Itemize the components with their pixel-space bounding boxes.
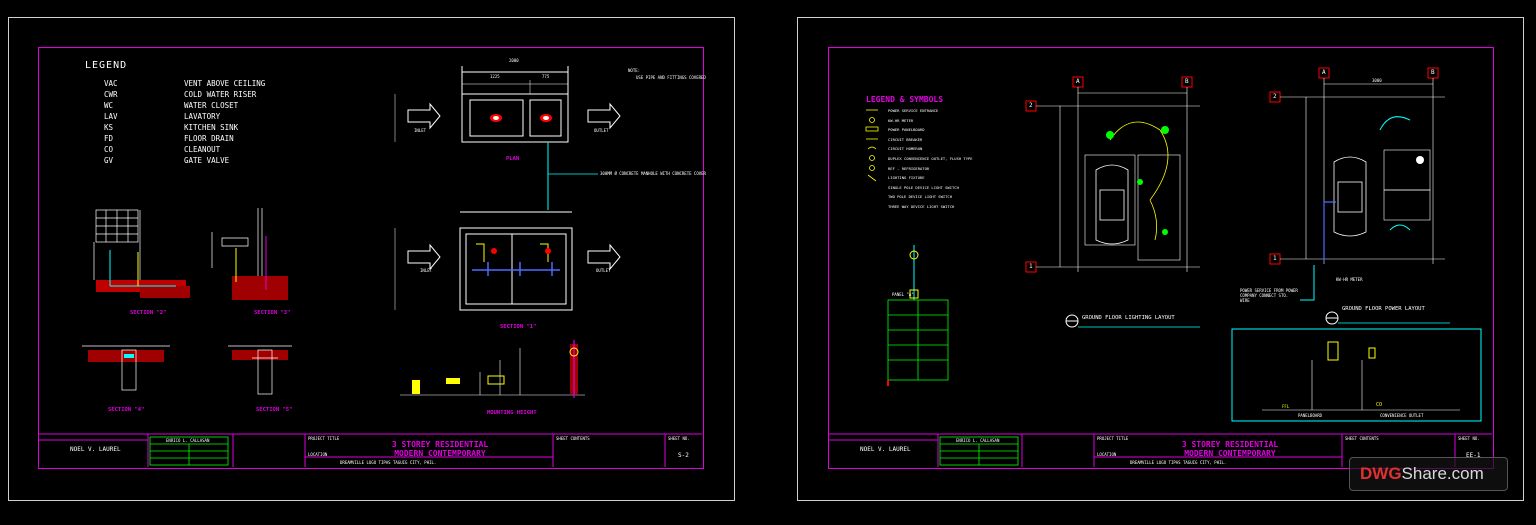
- watermark: DWGShare.com: [1349, 457, 1508, 491]
- co-label: CO: [1376, 402, 1383, 408]
- watermark-dwg: DWG: [1360, 464, 1402, 483]
- symbol-item: TWO POLE DEVICE LIGHT SWITCH: [888, 194, 953, 200]
- watermark-com: .com: [1446, 464, 1484, 483]
- designer-name-right: NOEL V. LAUREL: [860, 446, 911, 453]
- grid-2-label-2: 2: [1273, 93, 1277, 100]
- symbol-item: THREE WAY DEVICE LIGHT SWITCH: [888, 203, 955, 209]
- project-title-right-line2: MODERN CONTEMPORARY: [1184, 449, 1276, 458]
- grid-b-label: B: [1185, 78, 1189, 85]
- grid-b-label-2: B: [1431, 69, 1435, 76]
- location-label-right: LOCATION: [1097, 452, 1117, 457]
- symbol-item: POWER SERVICE ENTRANCE: [888, 108, 939, 113]
- symbols-list: POWER SERVICE ENTRANCE KW-HR METER POWER…: [888, 106, 973, 212]
- kwhr-meter-label: KW-HR METER: [1336, 277, 1363, 282]
- dim-top-right: 3000: [1372, 78, 1382, 83]
- watermark-share: Share: [1401, 464, 1447, 483]
- power-layout-label: GROUND FLOOR POWER LAYOUT: [1342, 306, 1425, 312]
- symbols-title: LEGEND & SYMBOLS: [866, 95, 944, 104]
- watermark-text: DWGShare.com: [1360, 464, 1484, 484]
- project-title-right: 3 STOREY RESIDENTIAL MODERN CONTEMPORARY: [1150, 440, 1310, 458]
- grid-a-label: A: [1076, 78, 1080, 85]
- symbol-item: POWER PANELBOARD: [888, 127, 925, 133]
- symbol-item: CIRCUIT HOMERUN: [888, 146, 923, 152]
- symbol-item: REF - REFRIGERATOR: [888, 165, 930, 171]
- grid-1-label-2: 1: [1273, 255, 1277, 262]
- grid-1-label: 1: [1029, 263, 1033, 270]
- grid-a-label-2: A: [1322, 69, 1326, 76]
- engineer-name-right: ENRICO L. CALLASAN: [956, 438, 1000, 443]
- panelboard-label: PANELBOARD: [1298, 413, 1323, 418]
- symbol-item: DUPLEX CONVENIENCE OUTLET, FLUSH TYPE: [888, 155, 973, 161]
- lighting-layout-label: GROUND FLOOR LIGHTING LAYOUT: [1082, 315, 1175, 321]
- project-title-label-right: PROJECT TITLE: [1097, 436, 1129, 441]
- grid-2-label: 2: [1029, 102, 1033, 109]
- sheet-contents-label-right: SHEET CONTENTS: [1345, 436, 1379, 441]
- outlet-fixture-label: CONVENIENCE OUTLET: [1380, 413, 1424, 418]
- ffl-label: FFL: [1282, 404, 1290, 409]
- symbol-item: KW-HR METER: [888, 117, 914, 123]
- power-note: POWER SERVICE FROM POWER COMPANY CONNECT…: [1240, 288, 1298, 303]
- symbol-item: SINGLE POLE DEVICE LIGHT SWITCH: [888, 184, 959, 190]
- symbol-item: CIRCUIT BREAKER: [888, 136, 923, 142]
- location-value-right: DREAMVILLE LUGO TIPAS TAGUIG CITY, PHIL.: [1130, 460, 1227, 465]
- sheet-no-label-right: SHEET NO.: [1458, 436, 1480, 441]
- panel-label: PANEL "A": [892, 292, 914, 297]
- project-title-right-line1: 3 STOREY RESIDENTIAL: [1181, 440, 1279, 449]
- symbol-item: LIGHTING FIXTURE: [888, 175, 925, 181]
